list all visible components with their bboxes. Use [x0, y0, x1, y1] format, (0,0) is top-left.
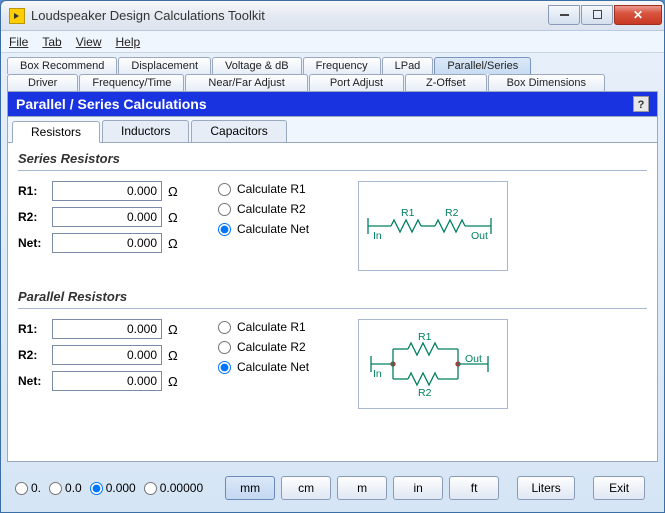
series-schematic: In R1 R2 Out	[358, 181, 508, 271]
parallel-r2-unit: Ω	[168, 348, 178, 363]
parallel-radio-r1[interactable]	[218, 321, 231, 334]
series-radio-net-label: Calculate Net	[237, 222, 309, 236]
close-button[interactable]: ✕	[614, 5, 662, 25]
panel-title: Parallel / Series Calculations	[16, 96, 207, 112]
tab-lpad[interactable]: LPad	[382, 57, 434, 74]
series-net-input[interactable]	[52, 233, 162, 253]
menu-file[interactable]: File	[9, 35, 28, 49]
series-r2-input[interactable]	[52, 207, 162, 227]
series-radio-r2[interactable]	[218, 203, 231, 216]
app-window: Loudspeaker Design Calculations Toolkit …	[0, 0, 665, 513]
tab-parallel-series[interactable]: Parallel/Series	[434, 57, 531, 74]
tab-voltage-db[interactable]: Voltage & dB	[212, 57, 302, 74]
tab-displacement[interactable]: Displacement	[118, 57, 211, 74]
menu-tab[interactable]: Tab	[42, 35, 61, 49]
parallel-r1-input[interactable]	[52, 319, 162, 339]
unit-in-button[interactable]: in	[393, 476, 443, 500]
series-net-unit: Ω	[168, 236, 178, 251]
footer: 0. 0.0 0.000 0.00000 mm cm m in ft Liter…	[7, 470, 658, 506]
workarea: Series Resistors R1: Ω R2: Ω Net:	[7, 143, 658, 462]
tab-driver[interactable]: Driver	[7, 74, 78, 91]
unit-mm-button[interactable]: mm	[225, 476, 275, 500]
tab-box-recommend[interactable]: Box Recommend	[7, 57, 117, 74]
liters-button[interactable]: Liters	[517, 476, 575, 500]
series-r2-unit: Ω	[168, 210, 178, 225]
parallel-net-input[interactable]	[52, 371, 162, 391]
tab-near-far-adjust[interactable]: Near/Far Adjust	[185, 74, 307, 91]
series-radio-r2-label: Calculate R2	[237, 202, 306, 216]
parallel-radio-r1-label: Calculate R1	[237, 320, 306, 334]
subtab-inductors[interactable]: Inductors	[102, 120, 189, 142]
tab-box-dimensions[interactable]: Box Dimensions	[488, 74, 605, 91]
series-radio-net[interactable]	[218, 223, 231, 236]
unit-m-button[interactable]: m	[337, 476, 387, 500]
tab-z-offset[interactable]: Z-Offset	[405, 74, 487, 91]
menu-help[interactable]: Help	[116, 35, 141, 49]
series-row: R1: Ω R2: Ω Net: Ω	[18, 181, 647, 271]
app-icon	[9, 8, 25, 24]
precision-2[interactable]	[90, 482, 103, 495]
minimize-button[interactable]	[548, 5, 580, 25]
parallel-radio-net-label: Calculate Net	[237, 360, 309, 374]
series-r1-label: R1:	[18, 184, 52, 198]
subtab-resistors[interactable]: Resistors	[12, 121, 100, 143]
parallel-r1-label: R1:	[18, 322, 52, 336]
tab-row-1: Box Recommend Displacement Voltage & dB …	[7, 57, 658, 74]
exit-button[interactable]: Exit	[593, 476, 645, 500]
tab-port-adjust[interactable]: Port Adjust	[309, 74, 404, 91]
series-title: Series Resistors	[18, 147, 647, 168]
parallel-radio-r2-label: Calculate R2	[237, 340, 306, 354]
parallel-diagram-in: In	[373, 368, 382, 380]
parallel-net-label: Net:	[18, 374, 52, 388]
tab-row-2: Driver Frequency/Time Near/Far Adjust Po…	[7, 74, 658, 91]
series-r1-input[interactable]	[52, 181, 162, 201]
subtab-row: Resistors Inductors Capacitors	[7, 117, 658, 143]
subtab-capacitors[interactable]: Capacitors	[191, 120, 286, 142]
parallel-title: Parallel Resistors	[18, 285, 647, 306]
panel-help-button[interactable]: ?	[633, 96, 649, 112]
menubar: File Tab View Help	[1, 31, 664, 53]
unit-ft-button[interactable]: ft	[449, 476, 499, 500]
series-diagram-r1: R1	[401, 207, 415, 219]
content: Box Recommend Displacement Voltage & dB …	[1, 53, 664, 512]
maximize-button[interactable]	[581, 5, 613, 25]
precision-1[interactable]	[49, 482, 62, 495]
parallel-schematic: In R1 R2 Out	[358, 319, 508, 409]
precision-0[interactable]	[15, 482, 28, 495]
panel-title-bar: Parallel / Series Calculations ?	[7, 91, 658, 117]
series-diagram-r2: R2	[445, 207, 459, 219]
series-radio-r1[interactable]	[218, 183, 231, 196]
parallel-row: R1: Ω R2: Ω Net: Ω	[18, 319, 647, 409]
window-controls: ✕	[547, 5, 662, 27]
series-r2-label: R2:	[18, 210, 52, 224]
parallel-net-unit: Ω	[168, 374, 178, 389]
menu-view[interactable]: View	[76, 35, 102, 49]
tab-frequency-time[interactable]: Frequency/Time	[79, 74, 184, 91]
series-diagram-out: Out	[471, 230, 488, 242]
tab-frequency[interactable]: Frequency	[303, 57, 381, 74]
parallel-diagram-out: Out	[465, 353, 482, 365]
unit-cm-button[interactable]: cm	[281, 476, 331, 500]
parallel-r2-input[interactable]	[52, 345, 162, 365]
parallel-radio-r2[interactable]	[218, 341, 231, 354]
parallel-diagram-r2: R2	[418, 387, 432, 399]
window-title: Loudspeaker Design Calculations Toolkit	[31, 8, 547, 23]
series-r1-unit: Ω	[168, 184, 178, 199]
titlebar: Loudspeaker Design Calculations Toolkit …	[1, 1, 664, 31]
parallel-radio-net[interactable]	[218, 361, 231, 374]
precision-3[interactable]	[144, 482, 157, 495]
parallel-r2-label: R2:	[18, 348, 52, 362]
parallel-diagram-r1: R1	[418, 331, 432, 343]
precision-group: 0. 0.0 0.000 0.00000	[15, 481, 203, 495]
series-radio-r1-label: Calculate R1	[237, 182, 306, 196]
series-diagram-in: In	[373, 230, 382, 242]
series-net-label: Net:	[18, 236, 52, 250]
parallel-r1-unit: Ω	[168, 322, 178, 337]
